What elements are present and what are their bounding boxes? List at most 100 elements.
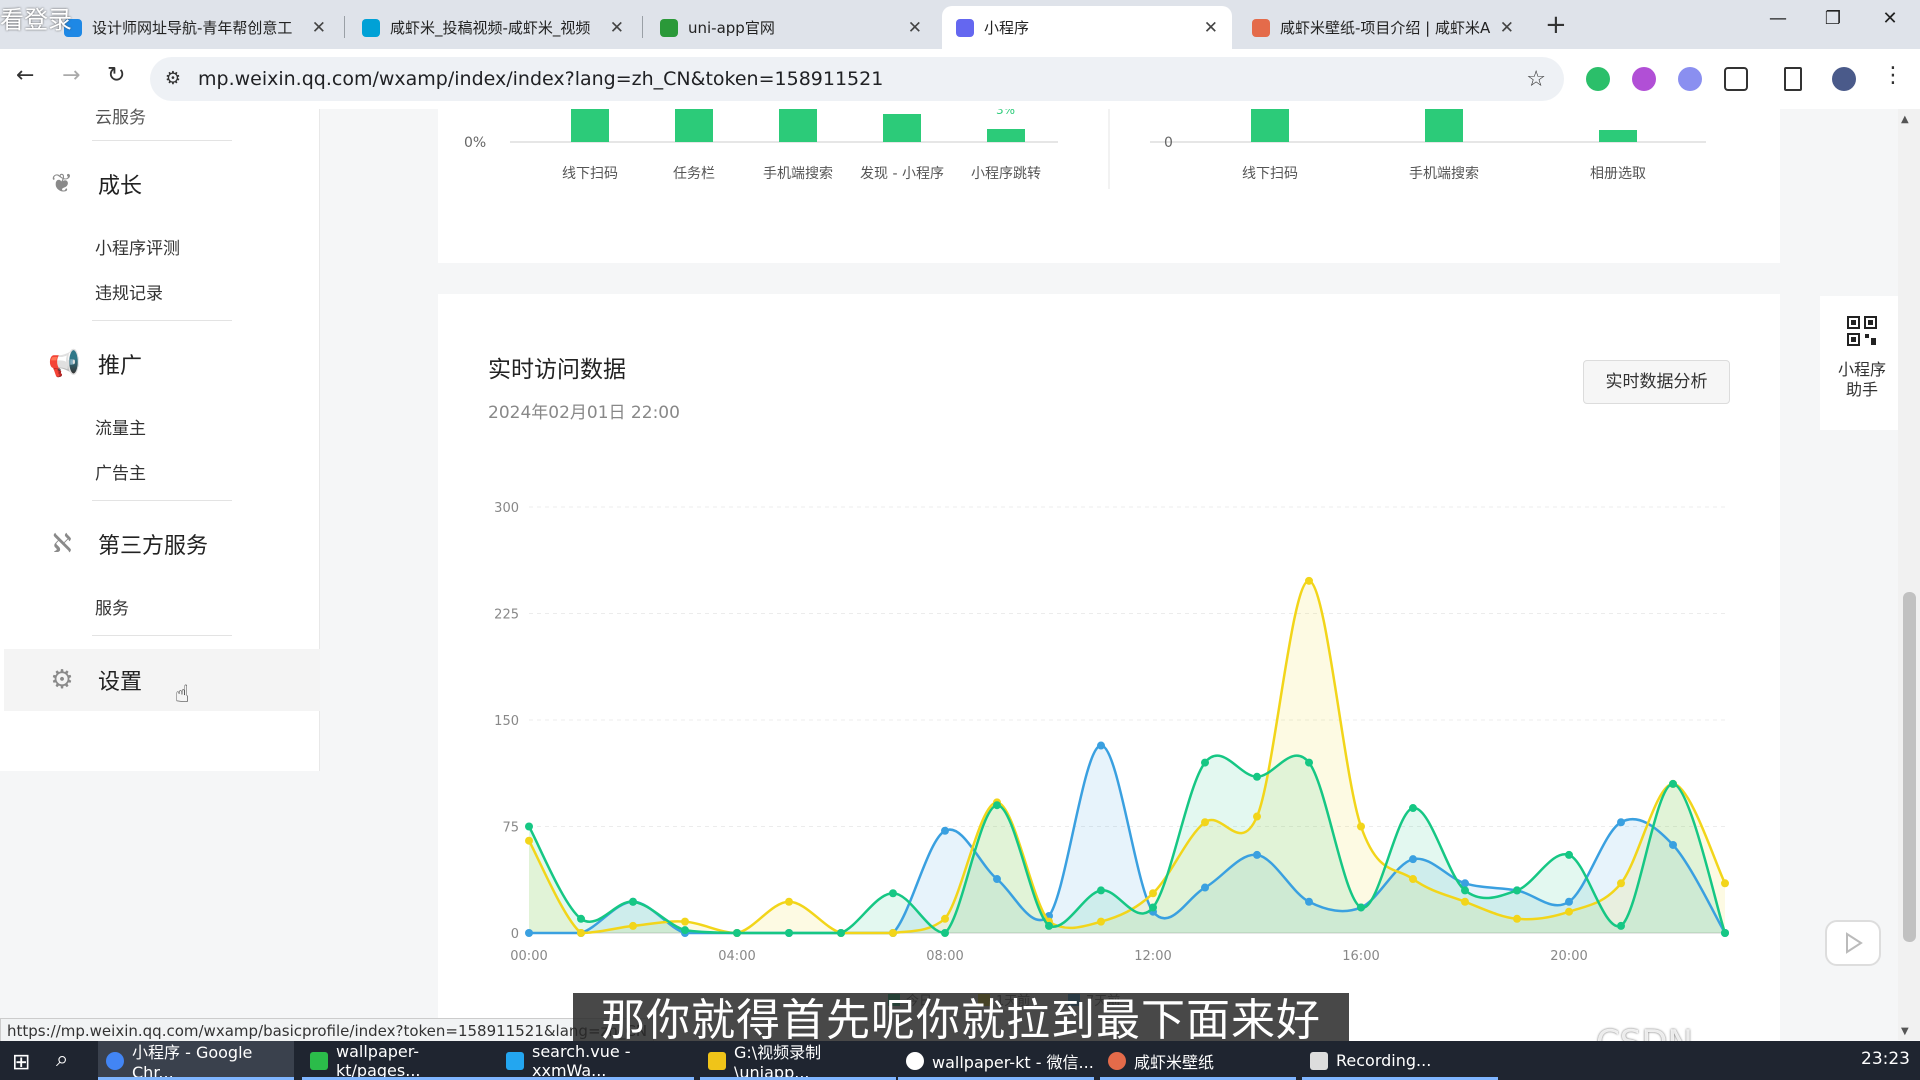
sidebar-item-violations[interactable]: 违规记录 [95, 279, 163, 304]
bar [571, 109, 609, 142]
data-point [1513, 886, 1521, 895]
taskbar-app[interactable]: G:\视频录制\uniapp... [700, 1041, 896, 1080]
close-icon[interactable]: ✕ [610, 18, 624, 38]
axis-zero-label: 0 [1164, 135, 1173, 151]
extension-icon[interactable] [1586, 67, 1610, 91]
site-favicon-icon [362, 18, 380, 37]
clock: 23:23 [1861, 1049, 1910, 1069]
bar [987, 129, 1025, 142]
window-close-icon[interactable]: ✕ [1870, 8, 1910, 29]
hand-cursor-icon: ☝ [175, 680, 190, 708]
category-label: 任务栏 [673, 166, 715, 182]
browser-tab-active[interactable]: 小程序 ✕ [942, 6, 1232, 49]
restore-icon[interactable]: ❐ [1813, 8, 1853, 29]
taskbar-app[interactable]: wallpaper-kt/pages... [302, 1041, 498, 1080]
y-tick-label: 225 [494, 608, 519, 623]
realtime-card: 实时访问数据 2024年02月01日 22:00 实时数据分析 0 75 150 22… [438, 294, 1780, 1051]
data-point [1305, 758, 1313, 767]
data-point [785, 929, 793, 937]
mini-program-helper[interactable]: 小程序 助手 [1820, 296, 1904, 430]
category-label: 小程序跳转 [971, 166, 1041, 182]
windows-start-icon[interactable]: ⊞ [12, 1050, 30, 1075]
reload-icon[interactable]: ↻ [107, 63, 125, 88]
data-point [1565, 897, 1573, 906]
sidebar-item-advertiser[interactable]: 广告主 [95, 459, 146, 484]
taskbar-app[interactable]: 咸虾米壁纸 [1100, 1041, 1296, 1080]
sidebar-item-traffic-owner[interactable]: 流量主 [95, 414, 146, 439]
data-point [525, 836, 533, 845]
sprout-icon: ❦ [51, 169, 73, 199]
x-tick-label: 12:00 [1134, 949, 1171, 964]
address-bar[interactable]: ⚙ mp.weixin.qq.com/wxamp/index/index?lan… [150, 57, 1564, 101]
scrollbar-thumb[interactable] [1903, 592, 1916, 942]
taskbar-app[interactable]: search.vue - xxmWa... [498, 1041, 694, 1080]
browser-tab[interactable]: 咸虾米_投稿视频-咸虾米_视频 ✕ [348, 6, 638, 49]
sidebar-group-title: 第三方服务 [98, 534, 209, 559]
data-point [1617, 818, 1625, 827]
new-tab-button[interactable]: + [1545, 10, 1567, 40]
data-point [941, 826, 949, 835]
sidebar-settings-label: 设置 [98, 670, 143, 695]
y-tick-label: 75 [502, 821, 519, 836]
x-tick-label: 20:00 [1550, 949, 1587, 964]
bookmark-star-icon[interactable]: ☆ [1526, 67, 1546, 92]
data-point [1617, 921, 1625, 930]
browser-tab[interactable]: 咸虾米壁纸-项目介绍 | 咸虾米A ✕ [1238, 6, 1528, 49]
close-icon[interactable]: ✕ [312, 18, 326, 38]
close-icon[interactable]: ✕ [1500, 18, 1514, 38]
minimize-icon[interactable]: — [1758, 8, 1798, 29]
sidebar-item-review[interactable]: 小程序评测 [95, 234, 180, 259]
scroll-up-icon[interactable]: ▲ [1901, 114, 1909, 125]
data-point [525, 929, 533, 937]
data-point [1097, 741, 1105, 750]
close-icon[interactable]: ✕ [908, 18, 922, 38]
side-panel-icon[interactable] [1784, 67, 1802, 91]
sidebar-group-promotion[interactable]: 📢 推广 [48, 348, 142, 380]
close-icon[interactable]: ✕ [1204, 18, 1218, 38]
data-point [1305, 576, 1313, 585]
sidebar-group-growth[interactable]: ❦ 成长 [48, 168, 142, 200]
data-point [629, 921, 637, 930]
taskbar-app-label: 小程序 - Google Chr... [132, 1043, 253, 1080]
data-point [577, 914, 585, 923]
more-menu-icon[interactable]: ⋮ [1882, 63, 1904, 88]
data-point [1201, 818, 1209, 827]
search-icon[interactable]: ⌕ [56, 1047, 68, 1072]
taskbar-app[interactable]: wallpaper-kt - 微信... [898, 1041, 1094, 1080]
extension-icon[interactable] [1678, 67, 1702, 91]
sidebar-item-services[interactable]: 服务 [95, 594, 129, 619]
third-party-icon: ℵ [52, 529, 72, 559]
hbuilder-icon [310, 1051, 328, 1070]
bar [1251, 109, 1289, 142]
data-point [1253, 812, 1261, 821]
recording-icon [1310, 1051, 1328, 1070]
data-point [525, 822, 533, 831]
data-point [993, 875, 1001, 884]
data-point [993, 801, 1001, 810]
taskbar-app[interactable]: 小程序 - Google Chr... [98, 1041, 294, 1080]
tab-title: uni-app官网 [688, 19, 775, 37]
tab-title: 小程序 [984, 19, 1030, 37]
chrome-icon [106, 1051, 124, 1070]
play-button[interactable] [1825, 920, 1881, 966]
data-point [629, 897, 637, 906]
sidebar-group-settings[interactable]: ⚙ 设置 [48, 664, 142, 696]
forward-arrow-icon[interactable]: → [62, 63, 80, 88]
browser-tab[interactable]: 设计师网址导航-青年帮创意工 ✕ [50, 6, 340, 49]
extensions-puzzle-icon[interactable] [1724, 67, 1748, 91]
site-info-icon[interactable]: ⚙ [162, 68, 184, 90]
tab-title: 咸虾米_投稿视频-咸虾米_视频 [390, 19, 591, 37]
browser-tab[interactable]: uni-app官网 ✕ [646, 6, 936, 49]
address-url: mp.weixin.qq.com/wxamp/index/index?lang=… [198, 68, 884, 90]
sidebar-group-third-party[interactable]: ℵ 第三方服务 [48, 528, 208, 560]
taskbar-app[interactable]: Recording... [1302, 1041, 1498, 1080]
data-point [1669, 779, 1677, 788]
bar [1425, 109, 1463, 142]
taskbar-app-label: search.vue - xxmWa... [532, 1041, 631, 1080]
profile-avatar[interactable] [1832, 67, 1856, 91]
data-point [577, 929, 585, 937]
back-arrow-icon[interactable]: ← [16, 63, 34, 88]
extension-icon[interactable] [1632, 67, 1656, 91]
category-label: 相册选取 [1590, 166, 1646, 182]
sidebar-item-cloud[interactable]: 云服务 [95, 103, 146, 128]
